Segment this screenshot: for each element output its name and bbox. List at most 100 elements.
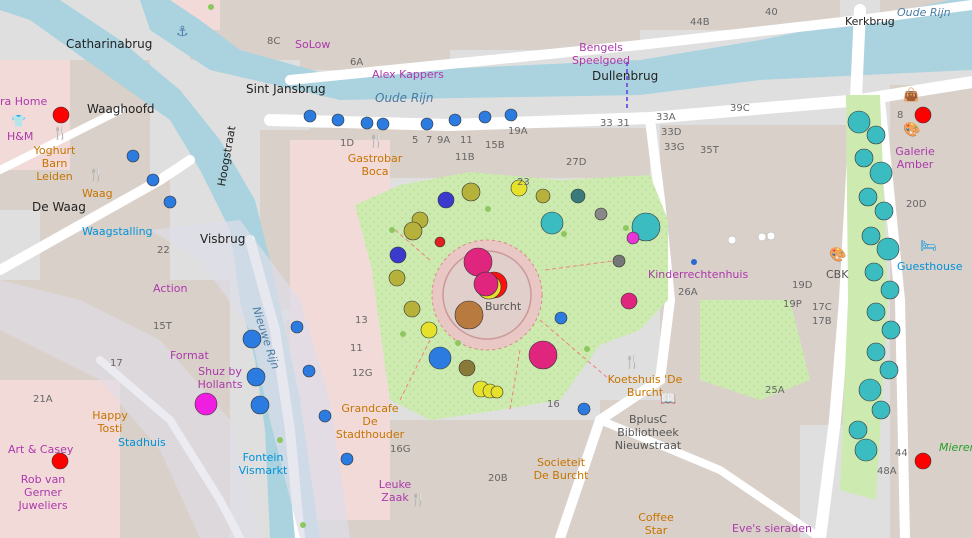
- art-icon[interactable]: 🎨: [829, 247, 846, 263]
- poi-label[interactable]: CBK: [826, 268, 848, 281]
- art-icon[interactable]: 🎨: [903, 122, 920, 138]
- teal-marker: [881, 320, 901, 340]
- blue-marker: [428, 346, 452, 370]
- blue-marker: [318, 409, 332, 423]
- house-number: 35T: [700, 145, 719, 156]
- cutlery-icon[interactable]: 🍴: [410, 493, 426, 508]
- poi-label[interactable]: Coffee Star Leiden: [626, 511, 686, 538]
- poi-label[interactable]: Gastrobar Boca: [345, 152, 405, 178]
- olive-marker: [535, 188, 551, 204]
- house-number: 11: [350, 343, 363, 354]
- street-label: De Waag: [32, 200, 86, 214]
- poi-label[interactable]: Grandcafe De Stadthouder: [334, 402, 406, 441]
- blue-marker: [302, 364, 316, 378]
- blue-marker: [577, 402, 591, 416]
- house-number: 44: [895, 448, 908, 459]
- shirt-icon[interactable]: 👕: [11, 114, 26, 128]
- small-park: [700, 300, 810, 400]
- poi-label[interactable]: Action: [153, 282, 187, 295]
- blue-marker: [554, 311, 568, 325]
- teal-marker: [876, 237, 900, 261]
- white-marker: [727, 235, 737, 245]
- cutlery-icon[interactable]: 🍴: [88, 168, 104, 183]
- map-canvas[interactable]: Catharinabrug Waaghoofd Sint Jansbrug Ou…: [0, 0, 972, 538]
- book-icon[interactable]: 📖: [660, 392, 676, 407]
- red-marker: [52, 106, 70, 124]
- poi-label[interactable]: SoLow: [295, 38, 330, 51]
- bag-icon[interactable]: 👜: [903, 88, 919, 103]
- blue-marker: [303, 109, 317, 123]
- poi-label[interactable]: Fontein Vismarkt: [238, 451, 288, 477]
- olive-marker: [403, 300, 421, 318]
- darkblue-marker: [437, 191, 455, 209]
- street-label: Dullenbrug: [592, 69, 659, 83]
- olive-marker: [388, 269, 406, 287]
- blue-marker: [504, 108, 518, 122]
- white-marker: [757, 232, 767, 242]
- teal-marker: [847, 110, 871, 134]
- poi-label[interactable]: Happy Tosti: [88, 409, 132, 435]
- house-number: 20B: [488, 473, 508, 484]
- olive-marker: [461, 182, 481, 202]
- blue-marker: [340, 452, 354, 466]
- teal-marker: [874, 201, 894, 221]
- poi-label[interactable]: Galerie Amber: [890, 145, 940, 171]
- cutlery-icon[interactable]: 🍴: [624, 355, 640, 370]
- poi-label[interactable]: Guesthouse: [897, 260, 962, 273]
- magenta-marker: [620, 292, 638, 310]
- magenta-marker: [473, 271, 499, 297]
- house-number: 17B: [812, 316, 832, 327]
- poi-label[interactable]: Waag: [82, 187, 113, 200]
- teal-marker: [854, 438, 878, 462]
- street-label: Visbrug: [200, 232, 246, 246]
- teal-marker: [864, 262, 884, 282]
- blue-marker: [250, 395, 270, 415]
- house-number: 9A: [437, 135, 451, 146]
- house-number: 21A: [33, 394, 53, 405]
- house-number: 6A: [350, 57, 364, 68]
- house-number: 16G: [390, 444, 411, 455]
- house-number: 17: [110, 358, 123, 369]
- poi-label[interactable]: Waagstalling: [82, 225, 153, 238]
- blue-marker: [331, 113, 345, 127]
- gray-marker: [612, 254, 626, 268]
- house-number: 33: [600, 118, 613, 129]
- house-number: 25A: [765, 385, 785, 396]
- house-number: 15B: [485, 140, 505, 151]
- poi-label[interactable]: ra Home: [0, 95, 47, 108]
- house-number: 33D: [661, 127, 682, 138]
- poi-label[interactable]: Shuz by Hollants: [195, 365, 245, 391]
- poi-label[interactable]: Eve's sieraden: [732, 522, 812, 535]
- street-label: Kerkbrug: [845, 15, 895, 28]
- poi-label[interactable]: Leuke Zaak: [378, 478, 412, 504]
- house-number: 19A: [508, 126, 528, 137]
- poi-label[interactable]: Format: [170, 349, 209, 362]
- poi-label[interactable]: Stadhuis: [118, 436, 166, 449]
- olive-marker: [403, 221, 423, 241]
- poi-label[interactable]: Bengels Speelgoed: [570, 41, 632, 67]
- gray-marker: [594, 207, 608, 221]
- bed-icon[interactable]: 🛏: [920, 239, 937, 254]
- house-number: 22: [157, 245, 170, 256]
- poi-label[interactable]: H&M: [7, 130, 33, 143]
- blue-marker: [360, 116, 374, 130]
- poi-label[interactable]: BplusC Bibliotheek Nieuwstraat: [608, 413, 688, 452]
- house-number: 33A: [656, 112, 676, 123]
- street-label: Catharinabrug: [66, 37, 153, 51]
- house-number: 20D: [906, 199, 927, 210]
- poi-label[interactable]: Rob van Gerner Juweliers: [14, 473, 72, 512]
- info-dot: [691, 259, 697, 265]
- poi-label[interactable]: Art & Casey: [8, 443, 73, 456]
- cutlery-icon[interactable]: 🍴: [52, 126, 68, 141]
- cutlery-icon[interactable]: 🍴: [368, 134, 384, 149]
- poi-label[interactable]: Yoghurt Barn Leiden: [27, 144, 82, 183]
- teal-marker: [866, 302, 886, 322]
- house-number: 19P: [783, 299, 802, 310]
- poi-label[interactable]: Alex Kappers: [372, 68, 444, 81]
- red-marker: [914, 452, 932, 470]
- poi-label[interactable]: Societeit De Burcht: [531, 456, 591, 482]
- poi-label[interactable]: Kinderrechtenhuis: [648, 268, 748, 281]
- poi-label[interactable]: Mieren: [939, 441, 972, 454]
- house-number: 27D: [566, 157, 587, 168]
- house-number: 13: [355, 315, 368, 326]
